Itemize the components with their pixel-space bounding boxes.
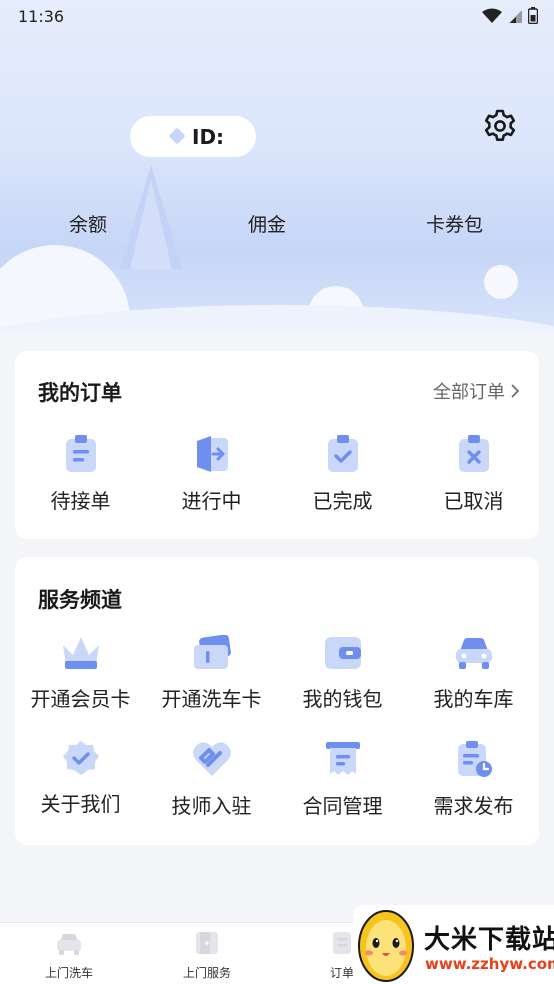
service-tab-icon bbox=[196, 932, 218, 954]
door-arrow-icon bbox=[196, 436, 228, 472]
wifi-icon bbox=[482, 8, 502, 23]
clipboard-x-icon bbox=[458, 435, 489, 472]
status-time: 11:36 bbox=[18, 6, 65, 26]
service-contract-management[interactable]: 合同管理 bbox=[277, 740, 408, 819]
handshake-icon bbox=[192, 742, 231, 776]
diamond-icon bbox=[168, 127, 186, 145]
signal-icon bbox=[509, 9, 522, 23]
service-demand-publish-label: 需求发布 bbox=[433, 794, 514, 818]
service-wash-card[interactable]: 开通洗车卡 bbox=[146, 635, 277, 712]
service-technician-join[interactable]: 技师入驻 bbox=[146, 740, 277, 819]
wallet-stats: 余额 佣金 卡券包 bbox=[0, 210, 554, 236]
all-orders-label: 全部订单 bbox=[433, 382, 505, 403]
rice-mascot-logo bbox=[358, 910, 414, 982]
user-id-pill: ID: bbox=[130, 116, 256, 157]
service-my-wallet-label: 我的钱包 bbox=[302, 687, 383, 711]
service-my-wallet[interactable]: 我的钱包 bbox=[277, 635, 408, 712]
order-pending-label: 待接单 bbox=[50, 489, 111, 513]
card-icon bbox=[193, 635, 231, 669]
battery-icon bbox=[528, 7, 538, 24]
service-wash-card-label: 开通洗车卡 bbox=[161, 687, 262, 711]
service-technician-join-label: 技师入驻 bbox=[171, 794, 252, 818]
site-watermark: 大米下载站 www.zzhyw.com bbox=[353, 905, 554, 984]
watermark-url: www.zzhyw.com bbox=[425, 955, 554, 973]
wallet-icon bbox=[324, 637, 361, 669]
chevron-right-icon bbox=[511, 384, 519, 398]
orders-tab-icon bbox=[333, 932, 351, 954]
orders-title: 我的订单 bbox=[38, 381, 122, 405]
stat-balance[interactable]: 余额 bbox=[69, 210, 107, 237]
tab-home-car-wash[interactable]: 上门洗车 bbox=[19, 929, 119, 981]
service-my-garage-label: 我的车库 bbox=[433, 687, 514, 711]
status-icons bbox=[482, 7, 538, 24]
crown-icon bbox=[62, 637, 99, 669]
all-orders-link[interactable]: 全部订单 bbox=[433, 378, 519, 404]
clipboard-check-icon bbox=[327, 435, 358, 472]
profile-header bbox=[0, 0, 554, 333]
order-completed-label: 已完成 bbox=[312, 489, 373, 513]
my-orders-card: 我的订单 全部订单 待接单 进行中 已完成 已取消 bbox=[15, 351, 539, 539]
service-membership-card[interactable]: 开通会员卡 bbox=[15, 635, 146, 712]
publish-icon bbox=[457, 741, 492, 777]
service-contract-management-label: 合同管理 bbox=[302, 794, 383, 818]
order-pending[interactable]: 待接单 bbox=[15, 435, 146, 514]
watermark-title: 大米下载站 bbox=[424, 925, 554, 955]
clipboard-icon bbox=[65, 435, 96, 472]
order-cancelled[interactable]: 已取消 bbox=[408, 435, 539, 514]
user-id-label: ID: bbox=[192, 124, 225, 149]
status-bar: 11:36 bbox=[0, 0, 554, 32]
order-in-progress[interactable]: 进行中 bbox=[146, 435, 277, 514]
order-completed[interactable]: 已完成 bbox=[277, 435, 408, 514]
badge-check-icon bbox=[62, 741, 99, 775]
stat-coupons[interactable]: 卡券包 bbox=[426, 210, 483, 237]
car-wash-tab-icon bbox=[57, 934, 81, 955]
contract-icon bbox=[325, 742, 360, 775]
service-membership-card-label: 开通会员卡 bbox=[30, 687, 131, 711]
service-my-garage[interactable]: 我的车库 bbox=[408, 635, 539, 712]
tab-home-car-wash-label: 上门洗车 bbox=[44, 966, 93, 980]
service-about-us[interactable]: 关于我们 bbox=[15, 740, 146, 817]
services-title: 服务频道 bbox=[38, 588, 122, 612]
service-demand-publish[interactable]: 需求发布 bbox=[408, 740, 539, 819]
settings-gear-icon[interactable] bbox=[482, 108, 518, 144]
tab-home-service[interactable]: 上门服务 bbox=[157, 929, 257, 981]
order-in-progress-label: 进行中 bbox=[181, 489, 242, 513]
stat-commission[interactable]: 佣金 bbox=[248, 210, 286, 237]
service-about-us-label: 关于我们 bbox=[40, 792, 121, 816]
car-icon bbox=[455, 638, 492, 669]
services-card: 服务频道 开通会员卡 开通洗车卡 我的钱包 我的车库 关于我们 技师入驻 合同管… bbox=[15, 557, 539, 845]
order-cancelled-label: 已取消 bbox=[443, 489, 504, 513]
tab-home-service-label: 上门服务 bbox=[182, 966, 231, 980]
decor-snowball bbox=[484, 265, 518, 299]
